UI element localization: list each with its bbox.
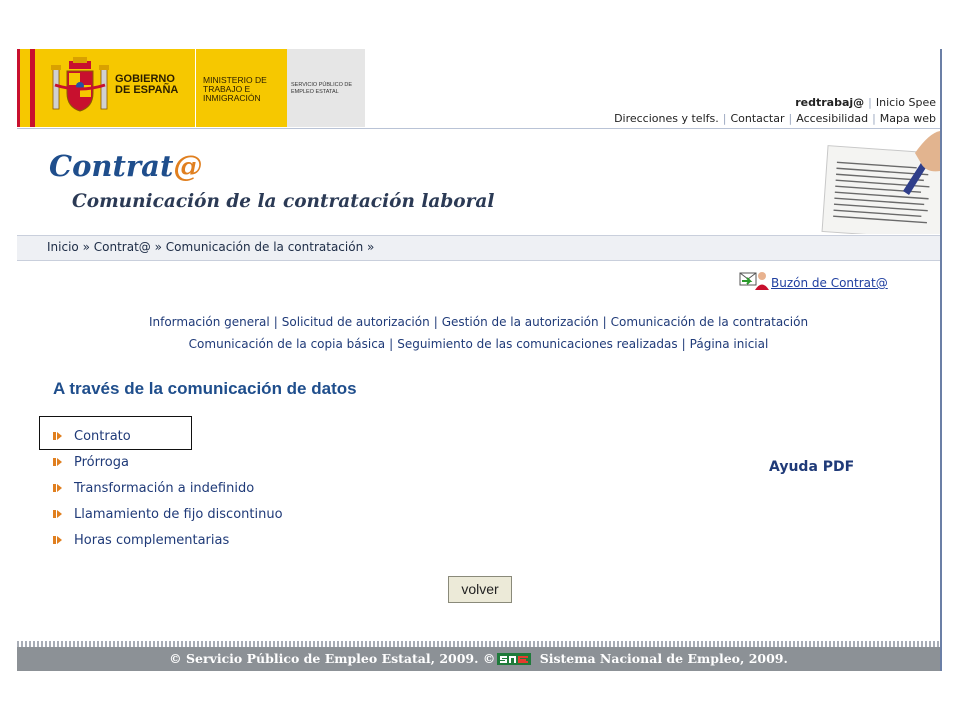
nav-seguimiento[interactable]: Seguimiento de las comunicaciones realiz… xyxy=(397,337,677,351)
page-right-border xyxy=(940,49,942,671)
ayuda-pdf-link[interactable]: Ayuda PDF xyxy=(769,459,854,475)
nav-gestion-autorizacion[interactable]: Gestión de la autorización xyxy=(442,315,599,329)
service-name: SERVICIO PÚBLICO DE EMPLEO ESTATAL xyxy=(291,82,353,95)
app-title: Contrat@ xyxy=(49,149,203,183)
option-prorroga[interactable]: Prórroga xyxy=(53,449,283,475)
top-links-secondary: Direcciones y telfs. | Contactar | Accesibil… xyxy=(614,112,936,125)
nav-comunicacion-contratacion[interactable]: Comunicación de la contratación xyxy=(611,315,808,329)
government-logo-block: GOBIERNO DE ESPAÑA MINISTERIO DE TRABAJO… xyxy=(17,49,365,127)
option-contrato[interactable]: Contrato xyxy=(53,423,283,449)
footer-copyright-spee: © Servicio Público de Empleo Estatal, 20… xyxy=(169,651,479,666)
signing-document-image xyxy=(795,131,940,234)
direcciones-link[interactable]: Direcciones y telfs. xyxy=(614,112,719,125)
ministry-name: MINISTERIO DE TRABAJO E INMIGRACIÓN xyxy=(203,75,267,103)
orange-arrow-icon xyxy=(53,510,62,518)
nav-copia-basica[interactable]: Comunicación de la copia básica xyxy=(189,337,385,351)
orange-arrow-icon xyxy=(53,536,62,544)
option-horas-complementarias[interactable]: Horas complementarias xyxy=(53,527,283,553)
option-llamamiento[interactable]: Llamamiento de fijo discontinuo xyxy=(53,501,283,527)
redtrabaj-link[interactable]: redtrabaj@ xyxy=(795,96,864,109)
section-heading: A través de la comunicación de datos xyxy=(53,379,357,398)
main-nav-row1: Información general | Solicitud de autoriz… xyxy=(148,315,809,329)
header-divider xyxy=(17,128,940,129)
main-nav-row2: Comunicación de la copia básica | Seguimie… xyxy=(188,337,769,351)
mailbox-user-icon xyxy=(739,272,769,290)
orange-arrow-icon xyxy=(53,432,62,440)
nav-informacion-general[interactable]: Información general xyxy=(149,315,270,329)
volver-button[interactable]: volver xyxy=(448,576,512,603)
page-frame: GOBIERNO DE ESPAÑA MINISTERIO DE TRABAJO… xyxy=(17,49,942,671)
app-subtitle: Comunicación de la contratación laboral xyxy=(72,191,495,212)
eu-flag-strip xyxy=(17,49,35,127)
coat-of-arms-icon xyxy=(51,57,109,112)
breadcrumb: Inicio » Contrat@ » Comunicación de la c… xyxy=(17,235,940,261)
nav-pagina-inicial[interactable]: Página inicial xyxy=(690,337,769,351)
option-transformacion[interactable]: Transformación a indefinido xyxy=(53,475,283,501)
option-list: Contrato Prórroga Transformación a indef… xyxy=(53,423,283,553)
sne-logo-icon xyxy=(497,653,532,665)
orange-arrow-icon xyxy=(53,458,62,466)
footer: © Servicio Público de Empleo Estatal, 20… xyxy=(17,647,940,671)
footer-copyright-sne: Sistema Nacional de Empleo, 2009. xyxy=(539,651,788,666)
breadcrumb-comunicacion[interactable]: Comunicación de la contratación xyxy=(166,240,363,254)
buzon-link-group[interactable]: Buzón de Contrat@ xyxy=(739,267,888,291)
gov-name: GOBIERNO DE ESPAÑA xyxy=(115,73,179,96)
contactar-link[interactable]: Contactar xyxy=(730,112,784,125)
top-links-primary: redtrabaj@ | Inicio Spee xyxy=(795,96,936,109)
breadcrumb-inicio[interactable]: Inicio xyxy=(47,240,79,254)
breadcrumb-contrata[interactable]: Contrat@ xyxy=(94,240,151,254)
nav-solicitud-autorizacion[interactable]: Solicitud de autorización xyxy=(282,315,430,329)
orange-arrow-icon xyxy=(53,484,62,492)
buzon-link[interactable]: Buzón de Contrat@ xyxy=(771,276,888,290)
mapa-web-link[interactable]: Mapa web xyxy=(880,112,936,125)
inicio-spee-link[interactable]: Inicio Spee xyxy=(876,96,936,109)
accesibilidad-link[interactable]: Accesibilidad xyxy=(796,112,868,125)
